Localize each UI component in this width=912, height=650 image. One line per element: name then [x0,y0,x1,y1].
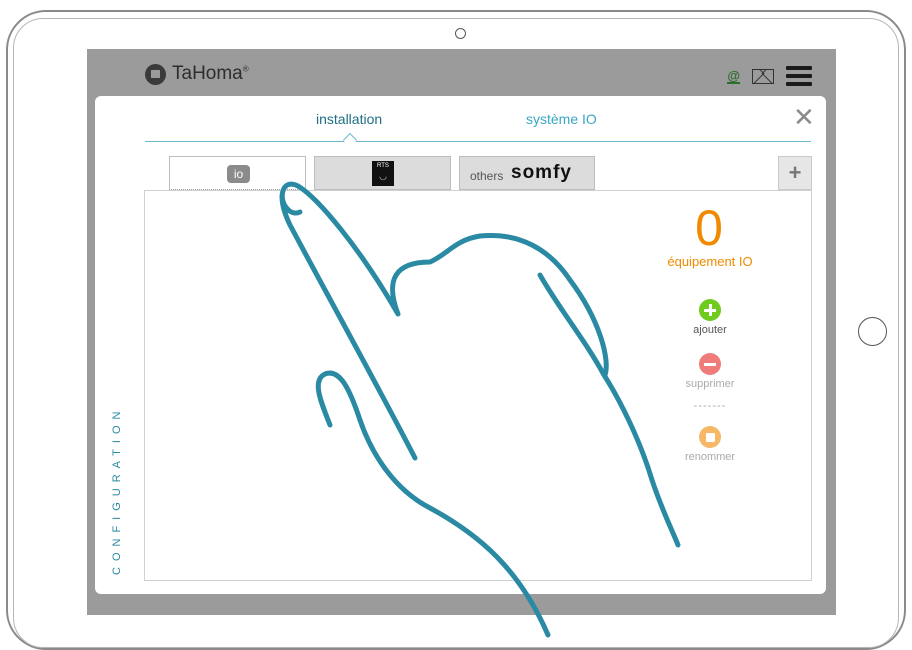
rename-label: renommer [684,451,736,463]
radio-waves-icon: ◡ [379,171,387,181]
plus-circle-icon [699,299,721,321]
protocol-tab-io[interactable]: io [169,156,306,190]
actions-separator: ------- [693,400,727,412]
protocol-tab-others[interactable]: others somfy [459,156,595,190]
close-icon[interactable]: ✕ [793,104,815,130]
minus-circle-icon [699,353,721,375]
add-device-button[interactable]: ajouter [650,299,770,336]
house-icon [145,63,166,85]
app-name: TaHoma [172,63,243,84]
device-count-label: équipement IO [667,254,753,269]
mail-icon[interactable] [752,68,774,84]
rts-logo-text: RTS [377,163,389,169]
rts-logo: RTS ◡ [372,161,394,186]
app-logo: TaHoma® [145,63,249,85]
others-label: others [470,169,504,183]
at-user-icon[interactable]: @ [727,69,740,84]
io-logo: io [227,165,250,183]
menu-icon[interactable] [786,66,812,86]
home-button[interactable] [858,317,887,346]
configuration-label: CONFIGURATION [111,405,123,575]
tab-underline [145,141,811,142]
add-label: ajouter [693,324,727,336]
protocol-tab-rts[interactable]: RTS ◡ [314,156,451,190]
rename-device-button[interactable]: renommer [650,426,770,463]
tab-installation[interactable]: installation [316,111,382,127]
tab-systeme-io[interactable]: système IO [526,111,597,127]
registered-mark: ® [242,64,249,74]
delete-label: supprimer [685,378,735,390]
camera-icon [455,28,466,39]
header-icons: @ [727,66,812,86]
somfy-logo: somfy [511,162,572,183]
device-count: 0 [695,200,723,256]
delete-device-button[interactable]: supprimer [650,353,770,390]
add-protocol-button[interactable]: + [778,156,812,190]
stop-circle-icon [699,426,721,448]
